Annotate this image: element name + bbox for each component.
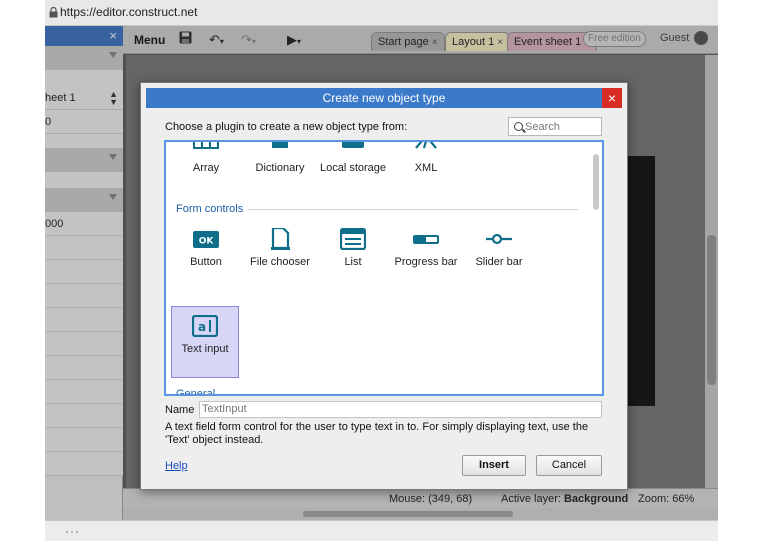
xml-icon	[413, 142, 439, 156]
insert-button[interactable]: Insert	[462, 455, 526, 476]
name-label: Name	[165, 404, 195, 416]
browser-address-bar[interactable]: https://editor.construct.net	[45, 0, 718, 26]
plugin-label: Slider bar	[475, 256, 523, 268]
plugin-label: XML	[414, 162, 438, 174]
progress-bar-icon	[413, 228, 439, 250]
search-icon	[514, 122, 523, 131]
dialog-title: Create new object type	[322, 91, 446, 105]
section-heading: Form controls	[176, 203, 244, 215]
book-icon	[267, 142, 293, 156]
cancel-button[interactable]: Cancel	[536, 455, 602, 476]
plugin-label: Local storage	[319, 162, 387, 174]
plugin-label: Progress bar	[394, 256, 458, 268]
lock-icon	[49, 7, 58, 18]
plugin-list[interactable]: Array Dictionary Local storage XML Form …	[164, 140, 604, 396]
grid-icon	[193, 142, 219, 156]
url-text: https://editor.construct.net	[60, 5, 198, 19]
storage-icon	[340, 142, 366, 156]
ok-button-icon: OK	[193, 228, 219, 250]
plugin-label: Dictionary	[255, 162, 305, 174]
plugin-progress-bar[interactable]: Progress bar	[392, 228, 460, 269]
plugin-label: Text input	[181, 343, 229, 355]
plugin-label: Array	[192, 162, 220, 174]
plugin-xml[interactable]: XML	[392, 142, 460, 175]
section-heading: General	[176, 388, 216, 396]
plugin-description: A text field form control for the user t…	[165, 421, 589, 446]
plugin-text-input[interactable]: a Text input	[171, 306, 239, 378]
text-input-icon: a	[191, 314, 219, 338]
browser-bottom-bar: ···	[45, 520, 718, 541]
slider-icon	[486, 228, 512, 250]
dialog-prompt: Choose a plugin to create a new object t…	[165, 121, 408, 133]
section-divider	[248, 209, 578, 210]
svg-text:OK: OK	[199, 237, 215, 247]
list-icon	[339, 227, 367, 251]
search-input[interactable]	[525, 119, 600, 134]
more-icon[interactable]: ···	[65, 524, 80, 538]
list-scrollbar[interactable]	[590, 144, 602, 394]
plugin-array[interactable]: Array	[172, 142, 240, 175]
plugin-local-storage[interactable]: Local storage	[319, 142, 387, 175]
plugin-dictionary[interactable]: Dictionary	[246, 142, 314, 175]
plugin-file-chooser[interactable]: File chooser	[246, 226, 314, 269]
plugin-label: File chooser	[250, 256, 310, 268]
plugin-label: List	[344, 256, 362, 268]
help-link[interactable]: Help	[165, 460, 188, 472]
plugin-label: Button	[190, 256, 222, 268]
screen: https://editor.construct.net × heet 1 ▲ ▼ …	[0, 0, 763, 541]
dialog-title-bar: Create new object type ×	[146, 88, 622, 108]
create-object-dialog: Create new object type × Choose a plugin…	[140, 82, 628, 490]
close-icon[interactable]: ×	[602, 88, 622, 108]
plugin-list-control[interactable]: List	[319, 227, 387, 269]
plugin-button[interactable]: OK Button	[172, 228, 240, 269]
scrollbar-thumb[interactable]	[593, 154, 599, 210]
name-field[interactable]: TextInput	[199, 401, 602, 418]
svg-text:a: a	[198, 320, 206, 334]
search-box[interactable]	[508, 117, 602, 136]
file-icon	[267, 226, 293, 250]
plugin-slider-bar[interactable]: Slider bar	[465, 228, 533, 269]
